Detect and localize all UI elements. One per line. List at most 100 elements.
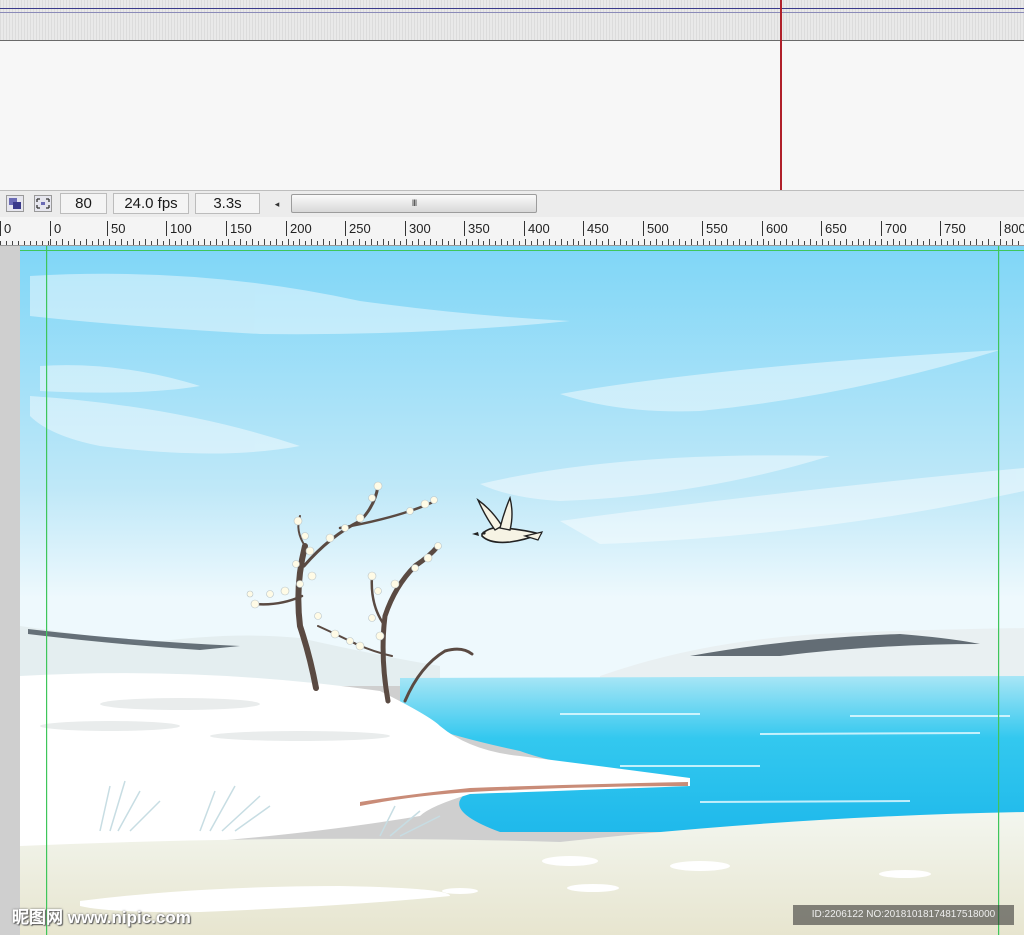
ruler-tick xyxy=(590,241,591,245)
ruler-tick xyxy=(501,239,502,245)
ruler-label: 250 xyxy=(345,221,371,236)
ruler-tick xyxy=(121,239,122,245)
ruler-tick xyxy=(400,241,401,245)
ruler-tick xyxy=(442,239,443,245)
ruler-tick xyxy=(935,241,936,245)
ruler-tick xyxy=(169,239,170,245)
watermark-site: 昵图网 www.nipic.com xyxy=(12,908,191,927)
ruler-tick xyxy=(24,241,25,245)
ruler-tick xyxy=(578,241,579,245)
ruler-tick xyxy=(573,239,574,245)
ruler-tick xyxy=(804,241,805,245)
ruler-tick xyxy=(988,239,989,245)
scroll-left-arrow-icon[interactable]: ◂ xyxy=(270,196,284,212)
guide-top[interactable] xyxy=(20,250,1024,251)
ruler-tick xyxy=(917,239,918,245)
timeline-status-bar: 80 24.0 fps 3.3s ◂ III xyxy=(0,190,1024,218)
current-frame-field[interactable]: 80 xyxy=(60,193,107,214)
ruler-label: 700 xyxy=(881,221,907,236)
ruler-tick xyxy=(638,241,639,245)
ruler-tick xyxy=(519,241,520,245)
ruler-tick xyxy=(709,241,710,245)
ruler-tick xyxy=(703,239,704,245)
ruler-tick xyxy=(1012,239,1013,245)
ruler-tick xyxy=(288,239,289,245)
timeline-panel[interactable] xyxy=(0,0,1024,190)
ruler-label: 750 xyxy=(940,221,966,236)
ruler-tick xyxy=(846,239,847,245)
frame-rate-field[interactable]: 24.0 fps xyxy=(113,193,189,214)
ruler-tick xyxy=(80,241,81,245)
ruler-tick xyxy=(727,239,728,245)
ruler-tick xyxy=(157,239,158,245)
ruler-tick xyxy=(602,241,603,245)
ruler-tick xyxy=(656,239,657,245)
onion-skin-icon[interactable] xyxy=(6,195,24,212)
center-frame-icon[interactable] xyxy=(34,195,52,212)
ruler-tick xyxy=(68,241,69,245)
ruler-tick xyxy=(483,241,484,245)
ruler-tick xyxy=(810,239,811,245)
ruler-label: 0 xyxy=(50,221,61,236)
ruler-label: 150 xyxy=(226,221,252,236)
ruler-tick xyxy=(561,239,562,245)
ruler-label: 650 xyxy=(821,221,847,236)
ruler-label: 350 xyxy=(464,221,490,236)
ruler-tick xyxy=(406,239,407,245)
ruler-tick xyxy=(834,239,835,245)
ruler-tick xyxy=(478,239,479,245)
watermark-id: ID:2206122 NO:20181018174817518000 xyxy=(793,905,1014,925)
guide-left[interactable] xyxy=(46,246,48,935)
ruler-tick xyxy=(311,239,312,245)
ruler-tick xyxy=(869,239,870,245)
ruler-tick xyxy=(347,239,348,245)
ruler-tick xyxy=(109,239,110,245)
ruler-label: 200 xyxy=(286,221,312,236)
ruler-tick xyxy=(525,239,526,245)
ruler-tick xyxy=(282,241,283,245)
ruler-tick xyxy=(92,241,93,245)
ruler-tick xyxy=(103,241,104,245)
ruler-tick xyxy=(816,241,817,245)
ruler-tick xyxy=(448,241,449,245)
playhead-line[interactable] xyxy=(780,0,782,190)
ruler-tick xyxy=(246,241,247,245)
ruler-tick xyxy=(204,239,205,245)
ruler-tick xyxy=(828,241,829,245)
ruler-tick xyxy=(163,241,164,245)
ruler-tick xyxy=(424,241,425,245)
ruler-tick xyxy=(466,239,467,245)
ruler-tick xyxy=(739,239,740,245)
ruler-tick xyxy=(127,241,128,245)
ruler-tick xyxy=(187,241,188,245)
guide-right[interactable] xyxy=(998,246,1000,935)
ruler-label: 500 xyxy=(643,221,669,236)
ruler-tick xyxy=(733,241,734,245)
timeline-frame-header[interactable] xyxy=(0,0,1024,41)
ruler-tick xyxy=(721,241,722,245)
elapsed-time-field: 3.3s xyxy=(195,193,260,214)
ruler-tick xyxy=(887,241,888,245)
ruler-tick xyxy=(774,239,775,245)
ruler-tick xyxy=(145,239,146,245)
ruler-tick xyxy=(679,239,680,245)
ruler-tick xyxy=(798,239,799,245)
ruler-tick xyxy=(531,241,532,245)
ruler-tick xyxy=(50,239,51,245)
ruler-tick xyxy=(317,241,318,245)
ruler-tick xyxy=(994,241,995,245)
ruler-tick xyxy=(48,241,49,245)
ruler-tick xyxy=(757,241,758,245)
ruler-tick xyxy=(12,241,13,245)
ruler-tick xyxy=(614,241,615,245)
ruler-tick xyxy=(875,241,876,245)
stage-canvas[interactable] xyxy=(0,246,1024,935)
ruler-tick xyxy=(863,241,864,245)
ruler-tick xyxy=(941,239,942,245)
ruler-tick xyxy=(1018,241,1019,245)
ruler-tick xyxy=(768,241,769,245)
ruler-tick xyxy=(780,241,781,245)
ruler-tick xyxy=(412,241,413,245)
horizontal-scrollbar-thumb[interactable]: III xyxy=(291,194,537,213)
ruler-tick xyxy=(555,241,556,245)
